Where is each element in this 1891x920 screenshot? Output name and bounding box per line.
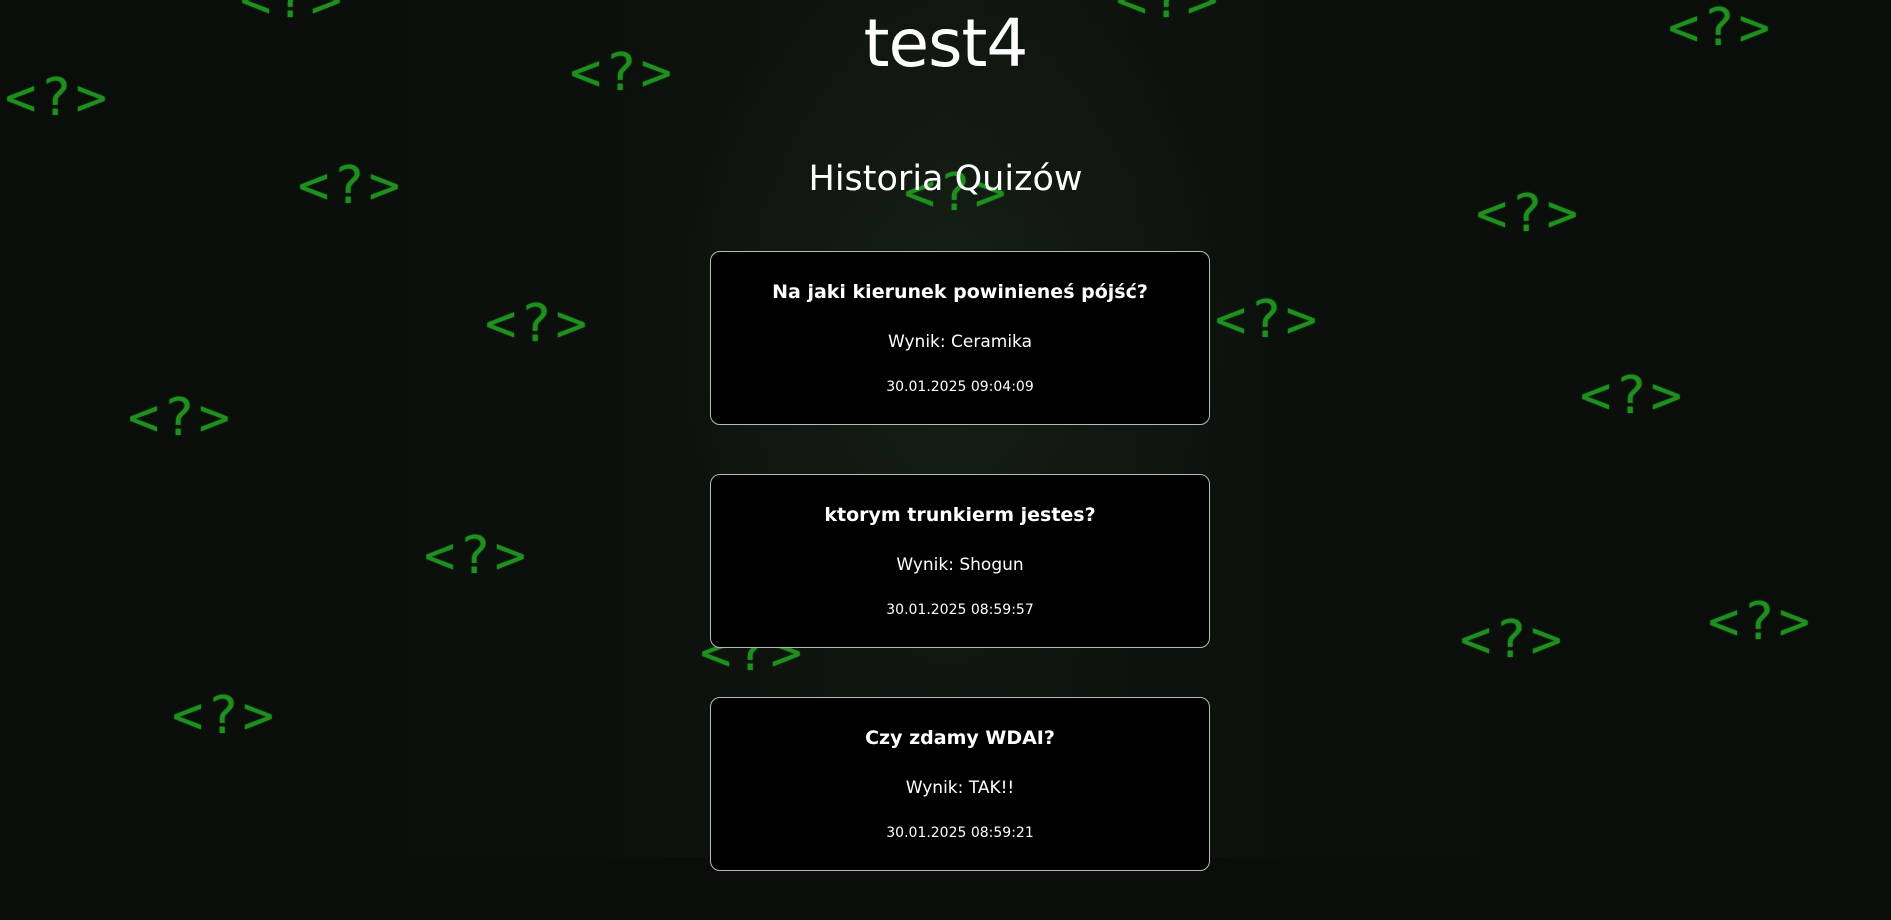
quiz-title: ktorym trunkierm jestes?	[824, 504, 1096, 526]
quiz-result: Wynik: Ceramika	[887, 332, 1033, 352]
code-glyph-icon: <?>	[1460, 610, 1566, 670]
quiz-title: Na jaki kierunek powinieneś pójść?	[772, 281, 1148, 303]
code-glyph-icon: <?>	[172, 686, 278, 746]
quiz-history-list: Na jaki kierunek powinieneś pójść? Wynik…	[710, 251, 1210, 920]
quiz-history-card[interactable]: ktorym trunkierm jestes? Wynik: Shogun 3…	[710, 474, 1210, 648]
code-glyph-icon: <?>	[128, 388, 234, 448]
quiz-date: 30.01.2025 09:04:09	[886, 379, 1034, 395]
quiz-date: 30.01.2025 08:59:21	[886, 825, 1034, 841]
code-glyph-icon: <?>	[485, 294, 591, 354]
quiz-result: Wynik: Shogun	[896, 555, 1024, 575]
quiz-title: Czy zdamy WDAI?	[865, 727, 1055, 749]
code-glyph-icon: <?>	[1215, 290, 1321, 350]
code-glyph-icon: <?>	[424, 526, 530, 586]
quiz-history-card[interactable]: Czy zdamy WDAI? Wynik: TAK!! 30.01.2025 …	[710, 697, 1210, 871]
code-glyph-icon: <?>	[1580, 366, 1686, 426]
quiz-history-card[interactable]: Na jaki kierunek powinieneś pójść? Wynik…	[710, 251, 1210, 425]
quiz-date: 30.01.2025 08:59:57	[886, 602, 1034, 618]
code-glyph-icon: <?>	[1708, 592, 1814, 652]
quiz-history-heading: Historia Quizów	[808, 159, 1083, 199]
page-title: test4	[863, 5, 1029, 82]
quiz-result: Wynik: TAK!!	[905, 778, 1015, 798]
